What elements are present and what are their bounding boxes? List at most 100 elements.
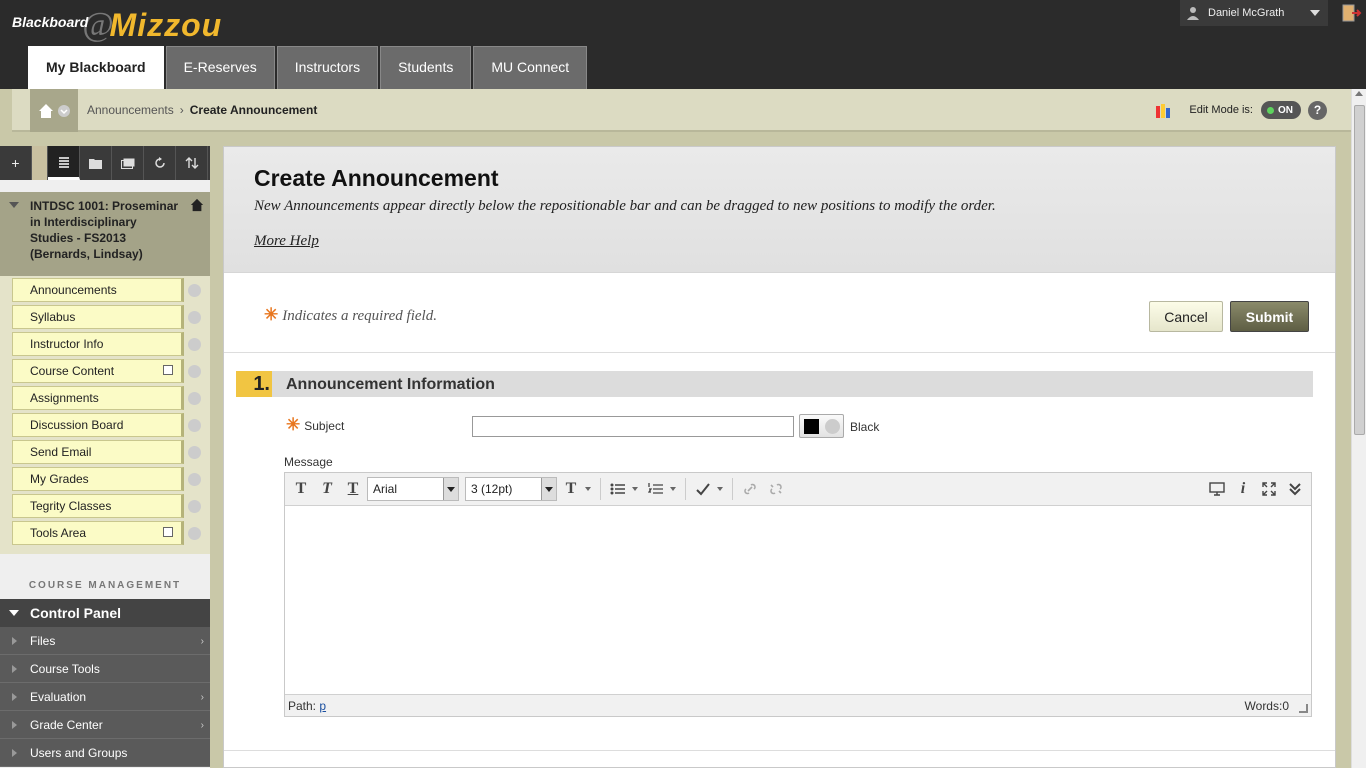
subject-label: ✳ Subject <box>286 415 344 435</box>
scroll-up-icon[interactable] <box>1355 91 1363 96</box>
control-panel-header[interactable]: Control Panel <box>0 599 210 627</box>
numbered-list-glyph <box>648 483 663 494</box>
sidebar-item-grade-center[interactable]: Grade Center › <box>0 711 210 739</box>
sidebar-item-label: Tegrity Classes <box>30 499 112 513</box>
dropdown-caret-icon[interactable] <box>632 487 638 491</box>
sidebar-item-tegrity-classes[interactable]: Tegrity Classes <box>12 494 201 518</box>
section-number: 1. <box>236 371 272 397</box>
folder-icon <box>89 158 102 169</box>
edit-mode-toggle[interactable]: ON <box>1261 101 1301 119</box>
course-menu: Announcements Syllabus Instructor Info C… <box>0 276 210 554</box>
sidebar-item-tools-area[interactable]: Tools Area <box>12 521 201 545</box>
subject-label-text: Subject <box>304 419 345 433</box>
color-palette-icon[interactable] <box>1155 103 1171 119</box>
collapse-icon[interactable] <box>9 202 19 208</box>
bullet-list-icon[interactable] <box>606 477 630 501</box>
reorder-button[interactable] <box>176 146 208 180</box>
chevron-down-icon[interactable] <box>188 311 201 324</box>
list-view-button[interactable] <box>48 146 80 180</box>
editor-toolbar-right: i <box>1205 477 1307 501</box>
course-sidebar: + INTDSC 1001: Proseminar in Interdiscip… <box>0 146 210 768</box>
add-menu-item-button[interactable]: + <box>0 146 32 180</box>
sidebar-item-course-tools[interactable]: Course Tools <box>0 655 210 683</box>
tab-mu-connect[interactable]: MU Connect <box>473 46 588 89</box>
chevron-down-icon[interactable] <box>188 419 201 432</box>
page-scrollbar[interactable] <box>1351 89 1366 768</box>
font-family-select[interactable]: Arial <box>367 477 459 501</box>
sidebar-item-files[interactable]: Files › <box>0 627 210 655</box>
required-star-icon: ✳ <box>264 305 279 324</box>
text-format-italic-icon[interactable]: T <box>315 477 339 501</box>
user-menu[interactable]: Daniel McGrath <box>1180 0 1328 26</box>
dropdown-caret-icon[interactable] <box>585 487 591 491</box>
preview-icon[interactable] <box>1205 477 1229 501</box>
subject-input[interactable] <box>472 416 794 437</box>
sidebar-item-assignments[interactable]: Assignments <box>12 386 201 410</box>
sidebar-item-syllabus[interactable]: Syllabus <box>12 305 201 329</box>
tab-instructors[interactable]: Instructors <box>276 46 379 89</box>
chevron-down-icon[interactable] <box>188 284 201 297</box>
toggle-toolbar-icon[interactable] <box>1283 477 1307 501</box>
course-title[interactable]: INTDSC 1001: Proseminar in Interdiscipli… <box>0 192 210 276</box>
dropdown-caret-icon[interactable] <box>717 487 723 491</box>
toolbar-separator <box>600 478 601 500</box>
home-icon[interactable] <box>190 198 204 212</box>
fullscreen-icon[interactable] <box>1257 477 1281 501</box>
sidebar-item-label: My Grades <box>30 472 89 486</box>
sidebar-item-instructor-info[interactable]: Instructor Info <box>12 332 201 356</box>
course-management-heading: COURSE MANAGEMENT <box>28 580 182 591</box>
info-icon[interactable]: i <box>1231 477 1255 501</box>
sidebar-item-users-and-groups[interactable]: Users and Groups <box>0 739 210 767</box>
text-format-bold-icon[interactable]: T <box>289 477 313 501</box>
spellcheck-icon[interactable] <box>691 477 715 501</box>
submit-button[interactable]: Submit <box>1230 301 1309 332</box>
sidebar-item-announcements[interactable]: Announcements <box>12 278 201 302</box>
message-editor: T T T Arial 3 (12pt) T i Path: p Words:0 <box>284 472 1312 717</box>
chevron-down-icon[interactable] <box>188 365 201 378</box>
more-help-link[interactable]: More Help <box>254 233 319 250</box>
sidebar-item-evaluation[interactable]: Evaluation › <box>0 683 210 711</box>
text-style-icon[interactable]: T <box>559 477 583 501</box>
logout-icon[interactable] <box>1340 3 1362 23</box>
sidebar-item-my-grades[interactable]: My Grades <box>12 467 201 491</box>
chevron-down-icon[interactable] <box>188 473 201 486</box>
tab-e-reserves[interactable]: E-Reserves <box>165 46 275 89</box>
tab-my-blackboard[interactable]: My Blackboard <box>28 46 164 89</box>
cancel-button[interactable]: Cancel <box>1149 301 1223 332</box>
sidebar-item-course-content[interactable]: Course Content <box>12 359 201 383</box>
home-menu-button[interactable] <box>30 89 78 132</box>
unlink-icon[interactable] <box>764 477 788 501</box>
path-link[interactable]: p <box>319 699 326 713</box>
chevron-down-icon <box>58 104 70 117</box>
section-title: Announcement Information <box>286 376 495 393</box>
breadcrumb-announcements[interactable]: Announcements <box>87 103 174 117</box>
sidebar-item-label: Users and Groups <box>30 746 128 760</box>
top-header: Blackboard @ Mizzou Daniel McGrath My Bl… <box>0 0 1366 89</box>
chevron-down-icon[interactable] <box>188 446 201 459</box>
window-view-button[interactable] <box>112 146 144 180</box>
dropdown-caret-icon[interactable] <box>670 487 676 491</box>
sidebar-item-discussion-board[interactable]: Discussion Board <box>12 413 201 437</box>
sidebar-item-label: Syllabus <box>30 310 76 324</box>
chevron-down-icon[interactable] <box>188 338 201 351</box>
sidebar-item-label: Grade Center <box>30 718 103 732</box>
folder-view-button[interactable] <box>80 146 112 180</box>
breadcrumb: Announcements › Create Announcement <box>87 103 317 117</box>
help-button[interactable]: ? <box>1308 101 1327 120</box>
chevron-down-icon[interactable] <box>188 500 201 513</box>
link-icon[interactable] <box>738 477 762 501</box>
color-picker[interactable] <box>799 414 844 438</box>
tab-students[interactable]: Students <box>380 46 472 89</box>
brand-logo[interactable]: Blackboard @ Mizzou <box>12 6 222 44</box>
refresh-button[interactable] <box>144 146 176 180</box>
text-format-underline-icon[interactable]: T <box>341 477 365 501</box>
sidebar-item-send-email[interactable]: Send Email <box>12 440 201 464</box>
refresh-icon <box>154 157 165 168</box>
resize-handle-icon[interactable] <box>1299 704 1308 713</box>
message-text-area[interactable] <box>285 506 1311 694</box>
chevron-down-icon[interactable] <box>188 527 201 540</box>
numbered-list-icon[interactable] <box>644 477 668 501</box>
chevron-down-icon[interactable] <box>188 392 201 405</box>
scroll-thumb[interactable] <box>1354 105 1365 435</box>
font-size-select[interactable]: 3 (12pt) <box>465 477 557 501</box>
